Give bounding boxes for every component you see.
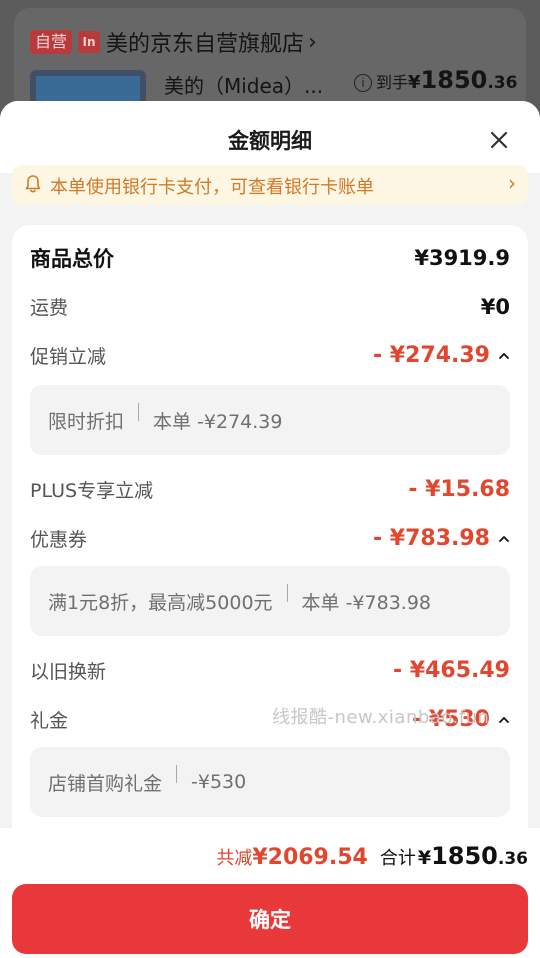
shop-name[interactable]: 美的京东自营旗舰店 xyxy=(106,26,304,58)
gift-detail-box: 店铺首购礼金 -¥530 xyxy=(30,747,510,817)
coupon-detail-name: 满1元8折，最高减5000元 xyxy=(48,591,273,614)
gift-detail-name: 店铺首购礼金 xyxy=(48,772,163,795)
divider xyxy=(286,584,288,602)
chevron-right-icon: › xyxy=(508,171,516,195)
bank-card-notice[interactable]: 本单使用银行卡支付，可查看银行卡账单 › xyxy=(12,165,528,205)
notice-text: 本单使用银行卡支付，可查看银行卡账单 xyxy=(50,177,374,198)
close-icon xyxy=(490,131,508,149)
coupon-detail-box: 满1元8折，最高减5000元 本单 -¥783.98 xyxy=(30,566,510,636)
shipping-label: 运费 xyxy=(30,297,69,319)
savings-value: ¥2069.54 xyxy=(252,845,368,870)
total-integer: 1850 xyxy=(431,842,498,870)
total-price-label: 商品总价 xyxy=(30,247,114,271)
sheet-header: 金额明细 xyxy=(0,101,540,173)
self-operated-tag: 自营 xyxy=(30,30,73,54)
gift-detail-amount: -¥530 xyxy=(191,771,247,793)
promo-detail-name: 限时折扣 xyxy=(48,410,125,433)
tradein-value: - ¥465.49 xyxy=(393,658,510,683)
coupon-value-group: - ¥783.98 xyxy=(373,526,510,551)
info-icon[interactable]: i xyxy=(354,74,372,92)
coupon-row[interactable]: 优惠券 - ¥783.98 xyxy=(30,525,510,552)
confirm-button[interactable]: 确定 xyxy=(12,884,528,954)
footer-bar: 共减 ¥2069.54 合计 ¥ 1850 .36 确定 xyxy=(0,828,540,958)
chevron-up-icon[interactable] xyxy=(498,714,510,726)
coupon-value: - ¥783.98 xyxy=(373,526,490,551)
product-price: 到手 ¥ 1850 .36 xyxy=(376,66,517,94)
chevron-right-icon: › xyxy=(308,29,317,55)
savings-label: 共减 xyxy=(216,848,253,869)
promo-value-group: - ¥274.39 xyxy=(373,343,510,368)
savings-summary: 共减 ¥2069.54 合计 ¥ 1850 .36 xyxy=(216,842,528,870)
promo-label: 促销立减 xyxy=(30,346,107,368)
product-title[interactable]: 美的（Midea）... xyxy=(164,70,323,99)
price-integer: 1850 xyxy=(420,66,488,94)
divider xyxy=(176,765,178,783)
price-currency: ¥ xyxy=(408,72,421,93)
coupon-detail-amount: 本单 -¥783.98 xyxy=(301,591,431,614)
price-decimal: .36 xyxy=(487,73,518,93)
price-detail-card: 商品总价 ¥3919.9 运费 ¥0 促销立减 - ¥274.39 限时折扣 本… xyxy=(12,225,528,927)
plus-row: PLUS专享立减 - ¥15.68 xyxy=(30,476,510,503)
promo-value: - ¥274.39 xyxy=(373,343,490,368)
total-currency: ¥ xyxy=(417,847,432,869)
total-decimal: .36 xyxy=(497,849,528,869)
total-label: 合计 xyxy=(379,848,416,869)
promo-detail-amount: 本单 -¥274.39 xyxy=(153,410,283,433)
bell-icon xyxy=(25,175,41,193)
chevron-up-icon[interactable] xyxy=(498,350,510,362)
tradein-label: 以旧换新 xyxy=(30,661,107,683)
chevron-up-icon[interactable] xyxy=(498,533,510,545)
price-label: 到手 xyxy=(376,73,409,92)
shipping-row: 运费 ¥0 xyxy=(30,293,510,320)
close-button[interactable] xyxy=(484,125,514,155)
sheet-title: 金额明细 xyxy=(228,129,312,153)
divider xyxy=(138,403,140,421)
plus-value: - ¥15.68 xyxy=(408,477,510,502)
promo-row[interactable]: 促销立减 - ¥274.39 xyxy=(30,342,510,369)
coupon-label: 优惠券 xyxy=(30,529,88,551)
shipping-value: ¥0 xyxy=(480,294,510,319)
tradein-row: 以旧换新 - ¥465.49 xyxy=(30,657,510,684)
total-price-value: ¥3919.9 xyxy=(414,246,510,270)
plus-label: PLUS专享立减 xyxy=(30,480,154,502)
watermark: 线报酷-new.xianbao.fun xyxy=(272,707,490,728)
promo-detail-box: 限时折扣 本单 -¥274.39 xyxy=(30,385,510,455)
total-price-row: 商品总价 ¥3919.9 xyxy=(30,243,510,273)
gift-label: 礼金 xyxy=(30,710,69,732)
shop-row[interactable]: 自营 In 美的京东自营旗舰店 › xyxy=(30,26,317,58)
brand-badge-icon: In xyxy=(78,31,101,53)
